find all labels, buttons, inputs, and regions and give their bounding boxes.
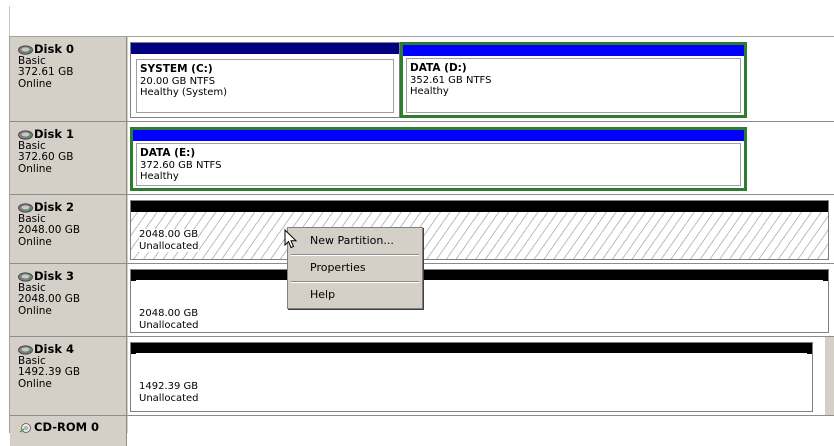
- disk-drive-icon: [18, 345, 33, 355]
- menu-separator: [291, 254, 419, 256]
- unallocated-space-disk-4[interactable]: 1492.39 GB Unallocated: [130, 342, 813, 412]
- cd-rom-icon: [19, 422, 31, 433]
- disk-size: 372.61 GB: [18, 66, 74, 78]
- partition-size: 2048.00 GB: [139, 308, 199, 319]
- partition-type-stripe: [131, 43, 399, 54]
- partition-data-d[interactable]: DATA (D:) 352.61 GB NTFS Healthy: [400, 42, 747, 118]
- partition-data-e[interactable]: DATA (E:) 372.60 GB NTFS Healthy: [130, 127, 747, 191]
- partition-title: DATA (E:): [140, 147, 196, 159]
- disk-name: Disk 4: [34, 342, 74, 356]
- mouse-pointer-icon: [284, 229, 298, 249]
- partition-status: Healthy: [410, 86, 449, 97]
- disk-partition-area: DATA (E:) 372.60 GB NTFS Healthy: [128, 122, 834, 194]
- partition-status: Unallocated: [139, 319, 199, 331]
- disk-size: 2048.00 GB: [18, 224, 81, 236]
- partition-status: Unallocated: [139, 392, 199, 404]
- disk-label-3[interactable]: Disk 3 Basic 2048.00 GB Online: [10, 264, 127, 336]
- disk-drive-icon: [18, 45, 33, 55]
- disk-status: Online: [18, 235, 52, 248]
- disk-row-4: Disk 4 Basic 1492.39 GB Online 1492.39 G…: [10, 337, 834, 416]
- disk-name: Disk 2: [34, 200, 74, 214]
- disk-drive-icon: [18, 130, 33, 140]
- disk-drive-icon: [18, 203, 33, 213]
- partition-size: 20.00 GB NTFS: [140, 75, 216, 87]
- disk-list-pane: [0, 0, 834, 36]
- disk-label-2[interactable]: Disk 2 Basic 2048.00 GB Online: [10, 195, 127, 263]
- partition-type-stripe: [133, 130, 744, 141]
- disk-status: Online: [18, 162, 52, 175]
- menu-item-properties[interactable]: Properties: [290, 258, 420, 278]
- disk-partition-area: 1492.39 GB Unallocated: [128, 337, 825, 415]
- disk-partition-area: 2048.00 GB Unallocated: [128, 264, 834, 336]
- partition-status: Healthy: [140, 171, 179, 182]
- disk-status: Online: [18, 377, 52, 390]
- disk-size: 2048.00 GB: [18, 293, 81, 305]
- disk-drive-icon: [18, 272, 33, 282]
- disk-partition-area: 2048.00 GB Unallocated: [128, 195, 834, 263]
- disk-name: Disk 1: [34, 127, 74, 141]
- menu-item-new-partition[interactable]: New Partition...: [290, 231, 420, 251]
- disk-partition-area: SYSTEM (C:) 20.00 GB NTFS Healthy (Syste…: [128, 37, 834, 121]
- unallocated-space-disk-3[interactable]: 2048.00 GB Unallocated: [130, 269, 829, 333]
- disk-label-cdrom-0[interactable]: CD-ROM 0: [10, 416, 127, 446]
- menu-separator: [291, 281, 419, 283]
- partition-size: 2048.00 GB: [139, 229, 199, 241]
- pane-divider: [9, 6, 10, 36]
- partition-status: Unallocated: [139, 240, 199, 252]
- disk-row-0: Disk 0 Basic 372.61 GB Online SYSTEM (C:…: [10, 37, 834, 122]
- disk-name: Disk 0: [34, 42, 74, 56]
- disk-label-0[interactable]: Disk 0 Basic 372.61 GB Online: [10, 37, 127, 121]
- disk-status: Online: [18, 304, 52, 317]
- disk-partition-area: [128, 416, 834, 446]
- disk-label-4[interactable]: Disk 4 Basic 1492.39 GB Online: [10, 337, 127, 415]
- partition-size: 372.60 GB NTFS: [140, 159, 222, 171]
- partition-type-stripe: [131, 201, 828, 212]
- disk-name: Disk 3: [34, 269, 74, 283]
- partition-type-stripe: [403, 45, 744, 56]
- partition-size: 1492.39 GB: [139, 381, 199, 392]
- disk-status: Online: [18, 77, 52, 90]
- disk-size: 372.60 GB: [18, 151, 74, 163]
- disk-row-cdrom-0: CD-ROM 0: [10, 416, 834, 446]
- context-menu: New Partition... Properties Help: [287, 227, 423, 309]
- disk-row-1: Disk 1 Basic 372.60 GB Online DATA (E:) …: [10, 122, 834, 195]
- menu-item-help[interactable]: Help: [290, 285, 420, 305]
- disk-size: 1492.39 GB: [18, 366, 81, 378]
- partition-title: SYSTEM (C:): [140, 63, 213, 75]
- partition-status: Healthy (System): [140, 87, 228, 98]
- partition-title: DATA (D:): [410, 62, 467, 74]
- unallocated-space-disk-2[interactable]: 2048.00 GB Unallocated: [130, 200, 829, 260]
- partition-system-c[interactable]: SYSTEM (C:) 20.00 GB NTFS Healthy (Syste…: [130, 42, 400, 118]
- partition-size: 352.61 GB NTFS: [410, 74, 492, 86]
- disk-label-1[interactable]: Disk 1 Basic 372.60 GB Online: [10, 122, 127, 194]
